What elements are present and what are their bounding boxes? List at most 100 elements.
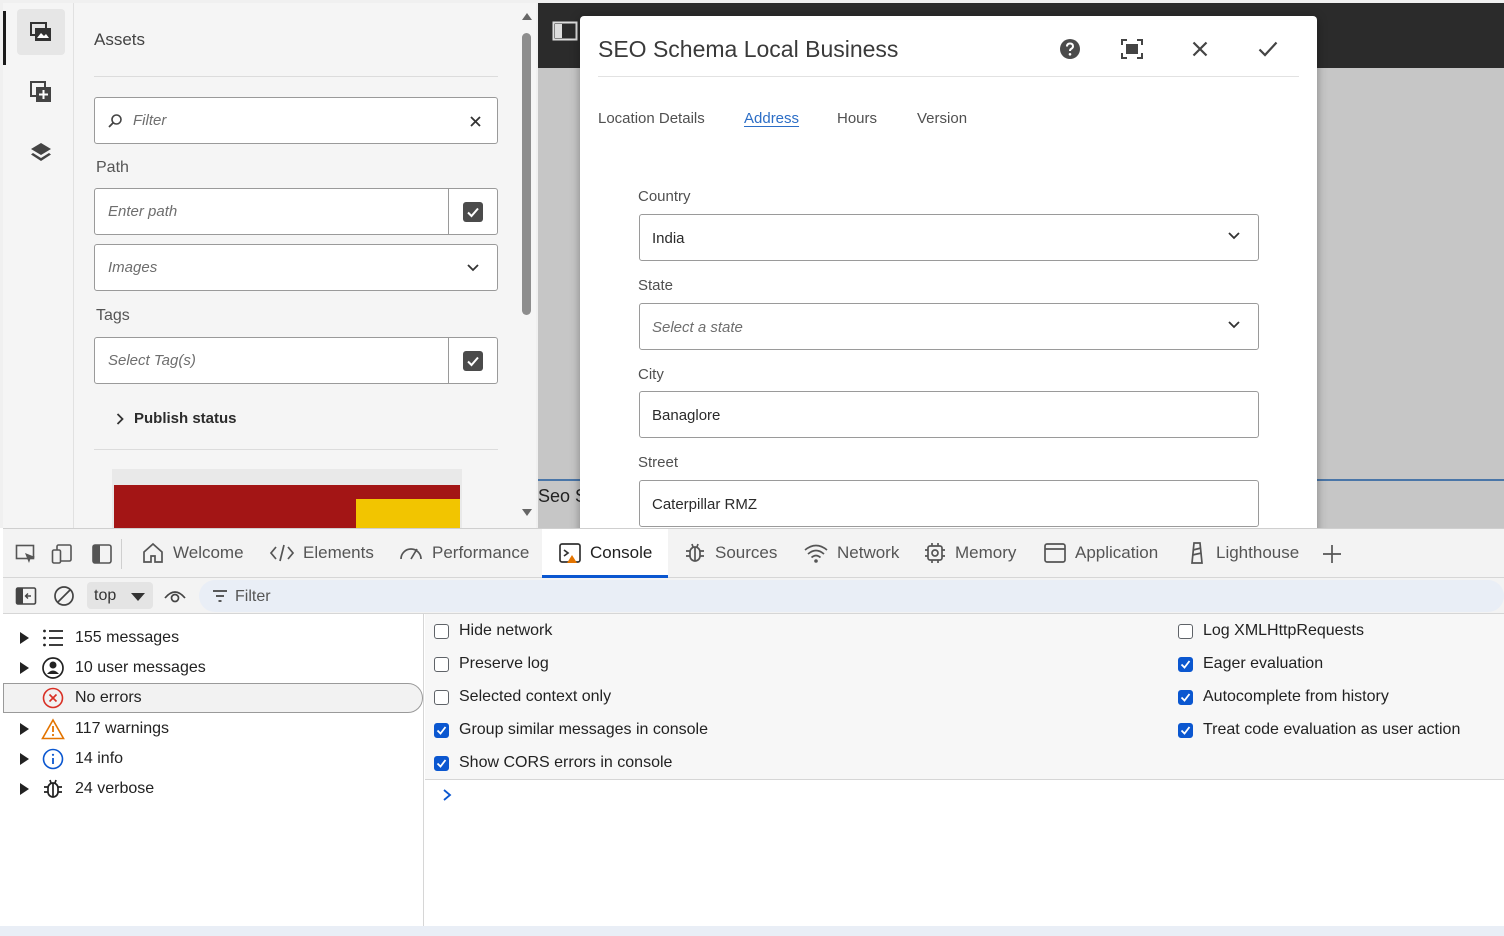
context-select[interactable]: top (87, 582, 153, 609)
assets-rail-button[interactable] (17, 9, 65, 55)
tags-input[interactable]: Select Tag(s) (94, 337, 498, 384)
treat-code-eval-checkbox[interactable]: Treat code evaluation as user action (1178, 718, 1460, 742)
help-button[interactable] (1052, 34, 1088, 64)
state-select[interactable]: Select a state (639, 303, 1259, 350)
search-icon (108, 114, 122, 128)
tab-address[interactable]: Address (744, 110, 799, 127)
checkbox-checked[interactable] (1178, 689, 1193, 705)
scrollbar-thumb[interactable] (522, 33, 531, 315)
clear-console-icon[interactable] (53, 585, 75, 607)
checkbox-box[interactable] (434, 656, 449, 672)
tab-console[interactable]: Console (542, 529, 669, 578)
street-value: Caterpillar RMZ (652, 496, 758, 513)
scroll-down-arrow-icon[interactable] (521, 508, 533, 518)
show-cors-errors-checkbox[interactable]: Show CORS errors in console (434, 751, 672, 775)
tab-welcome[interactable]: Welcome (141, 529, 244, 577)
components-rail-button[interactable] (17, 69, 65, 115)
sidebar-item-user-messages[interactable]: 10 user messages (3, 653, 423, 683)
checkmark-icon (1180, 659, 1191, 669)
sidebar-item-verbose[interactable]: 24 verbose (3, 774, 423, 804)
assets-panel: Assets Filter Path Enter path Images Tag… (74, 3, 518, 528)
expand-arrow-icon[interactable] (20, 753, 29, 765)
assets-filter-input[interactable]: Filter (94, 97, 498, 144)
tags-browse-button[interactable] (448, 338, 497, 383)
expand-arrow-icon[interactable] (20, 723, 29, 735)
path-placeholder: Enter path (108, 203, 178, 220)
sidebar-item-warnings[interactable]: 117 warnings (3, 714, 423, 744)
tab-sources[interactable]: Sources (683, 529, 777, 577)
scroll-up-arrow-icon[interactable] (521, 11, 533, 21)
side-panel-toggle-icon[interactable] (552, 21, 578, 41)
asset-type-select[interactable]: Images (94, 244, 498, 291)
city-input[interactable]: Banaglore (639, 391, 1259, 438)
thumbnail-image-accent (356, 499, 460, 528)
checkbox-checked[interactable] (1178, 722, 1193, 738)
window-bottom-edge (0, 926, 1504, 936)
console-filter-input[interactable]: Filter (199, 580, 1504, 612)
path-input[interactable]: Enter path (94, 188, 498, 235)
chevron-down-icon (1228, 321, 1240, 329)
tab-hours[interactable]: Hours (837, 110, 877, 127)
checkbox-checked[interactable] (1178, 656, 1193, 672)
checkbox-checked[interactable] (434, 755, 449, 771)
hide-network-checkbox[interactable]: Hide network (434, 619, 552, 643)
left-rail (3, 3, 74, 528)
group-similar-checkbox[interactable]: Group similar messages in console (434, 718, 708, 742)
eager-evaluation-checkbox[interactable]: Eager evaluation (1178, 652, 1323, 676)
sidebar-toggle-icon[interactable] (15, 586, 37, 606)
checkmark-icon (1180, 692, 1191, 702)
checkbox-checked[interactable] (434, 722, 449, 738)
fullscreen-icon (1121, 39, 1143, 59)
lighthouse-icon (1191, 542, 1203, 564)
cancel-button[interactable] (1182, 34, 1218, 64)
tab-elements[interactable]: Elements (269, 529, 374, 577)
sidebar-item-label: 24 verbose (75, 780, 155, 797)
assets-panel-scrollbar[interactable] (518, 3, 536, 528)
fullscreen-button[interactable] (1114, 34, 1150, 64)
sidebar-item-errors[interactable]: No errors (3, 683, 423, 713)
context-value: top (94, 587, 117, 604)
street-input[interactable]: Caterpillar RMZ (639, 480, 1259, 527)
sidebar-item-messages[interactable]: 155 messages (3, 623, 423, 653)
tab-elements-label: Elements (303, 543, 374, 562)
preserve-log-checkbox[interactable]: Preserve log (434, 652, 549, 676)
device-emulation-icon[interactable] (51, 543, 73, 565)
checkmark-icon (463, 201, 483, 222)
console-prompt-icon[interactable] (441, 788, 453, 802)
rail-active-indicator (3, 11, 6, 65)
tags-label: Tags (96, 307, 130, 324)
publish-status-toggle[interactable]: Publish status (134, 410, 237, 427)
tab-network[interactable]: Network (803, 529, 899, 577)
checkbox-box[interactable] (434, 623, 449, 639)
content-tree-rail-button[interactable] (17, 129, 65, 175)
autocomplete-history-checkbox[interactable]: Autocomplete from history (1178, 685, 1389, 709)
selected-context-only-checkbox[interactable]: Selected context only (434, 685, 611, 709)
asset-thumbnail[interactable] (112, 469, 462, 528)
inspect-element-icon[interactable] (15, 543, 37, 565)
log-xmlhttprequests-checkbox[interactable]: Log XMLHttpRequests (1178, 619, 1364, 643)
console-main: Hide network Preserve log Selected conte… (425, 614, 1504, 936)
add-tab-icon[interactable] (1321, 543, 1343, 565)
tab-location-details[interactable]: Location Details (598, 110, 705, 127)
expand-arrow-icon[interactable] (20, 783, 29, 795)
expand-arrow-icon[interactable] (20, 662, 29, 674)
filter-placeholder: Filter (133, 112, 167, 129)
sidebar-item-info[interactable]: 14 info (3, 744, 423, 774)
expand-arrow-icon[interactable] (20, 632, 29, 644)
city-value: Banaglore (652, 407, 721, 424)
tab-application[interactable]: Application (1043, 529, 1158, 577)
tab-memory[interactable]: Memory (923, 529, 1016, 577)
checkbox-box[interactable] (1178, 623, 1193, 639)
tab-version[interactable]: Version (917, 110, 967, 127)
dock-side-icon[interactable] (91, 543, 113, 565)
tab-performance[interactable]: Performance (398, 529, 529, 577)
tab-lighthouse[interactable]: Lighthouse (1186, 529, 1299, 577)
help-icon (1060, 39, 1080, 59)
country-select[interactable]: India (639, 214, 1259, 261)
done-button[interactable] (1250, 34, 1286, 64)
path-browse-button[interactable] (448, 189, 497, 234)
clear-filter-icon[interactable] (470, 116, 481, 127)
checkbox-box[interactable] (434, 689, 449, 705)
live-expression-eye-icon[interactable] (163, 586, 187, 606)
toolbar-divider (121, 539, 122, 569)
